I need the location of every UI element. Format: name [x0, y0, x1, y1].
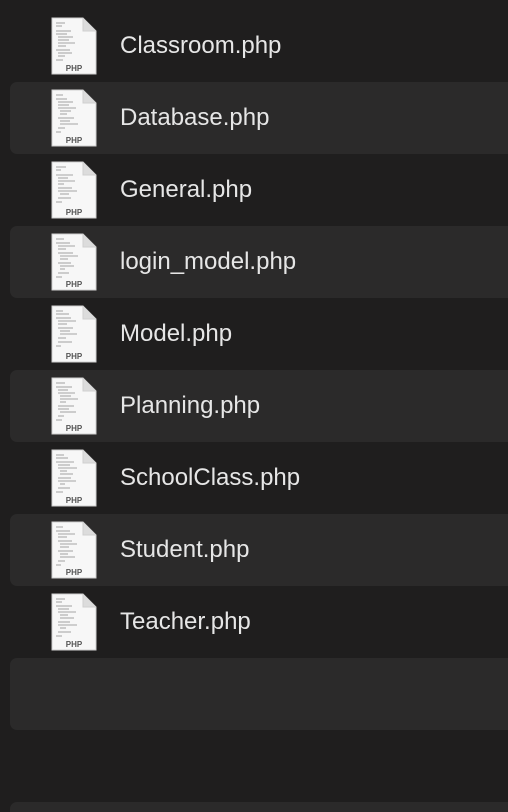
file-name: SchoolClass.php: [120, 464, 301, 491]
svg-text:PHP: PHP: [66, 568, 83, 577]
svg-text:PHP: PHP: [66, 640, 83, 649]
file-row-classroom[interactable]: PHP Classroom.php: [0, 10, 508, 82]
file-row-planning[interactable]: PHP Planning.php: [0, 370, 508, 442]
svg-text:PHP: PHP: [66, 136, 83, 145]
file-row-teacher[interactable]: PHP Teacher.php: [0, 586, 508, 658]
php-file-icon: PHP: [51, 233, 97, 291]
file-row-model[interactable]: PHP Model.php: [0, 298, 508, 370]
php-file-icon: PHP: [51, 305, 97, 363]
file-name: Model.php: [120, 320, 233, 347]
empty-list-row: [0, 658, 508, 730]
php-file-icon: PHP: [51, 593, 97, 651]
php-file-icon: PHP: [51, 449, 97, 507]
php-file-icon: PHP: [51, 161, 97, 219]
file-row-database[interactable]: PHP Database.php: [0, 82, 508, 154]
php-file-icon: PHP: [51, 521, 97, 579]
php-file-icon: PHP: [51, 377, 97, 435]
file-name: Planning.php: [120, 392, 261, 419]
svg-text:PHP: PHP: [66, 280, 83, 289]
svg-text:PHP: PHP: [66, 208, 83, 217]
file-name: Database.php: [120, 104, 270, 131]
file-name: Teacher.php: [120, 608, 251, 635]
svg-text:PHP: PHP: [66, 424, 83, 433]
php-file-icon: PHP: [51, 17, 97, 75]
empty-list-row: [0, 730, 508, 802]
svg-text:PHP: PHP: [66, 352, 83, 361]
file-list: PHP Classroom.php PHP Database.php PHP G…: [0, 10, 508, 802]
svg-text:PHP: PHP: [66, 496, 83, 505]
file-row-student[interactable]: PHP Student.php: [0, 514, 508, 586]
file-row-schoolclass[interactable]: PHP SchoolClass.php: [0, 442, 508, 514]
file-name: login_model.php: [120, 248, 297, 275]
empty-list-row-partial: [10, 802, 508, 812]
file-name: General.php: [120, 176, 253, 203]
file-row-login-model[interactable]: PHP login_model.php: [0, 226, 508, 298]
file-name: Student.php: [120, 536, 250, 563]
file-name: Classroom.php: [120, 32, 282, 59]
php-file-icon: PHP: [51, 89, 97, 147]
file-row-general[interactable]: PHP General.php: [0, 154, 508, 226]
svg-text:PHP: PHP: [66, 64, 83, 73]
